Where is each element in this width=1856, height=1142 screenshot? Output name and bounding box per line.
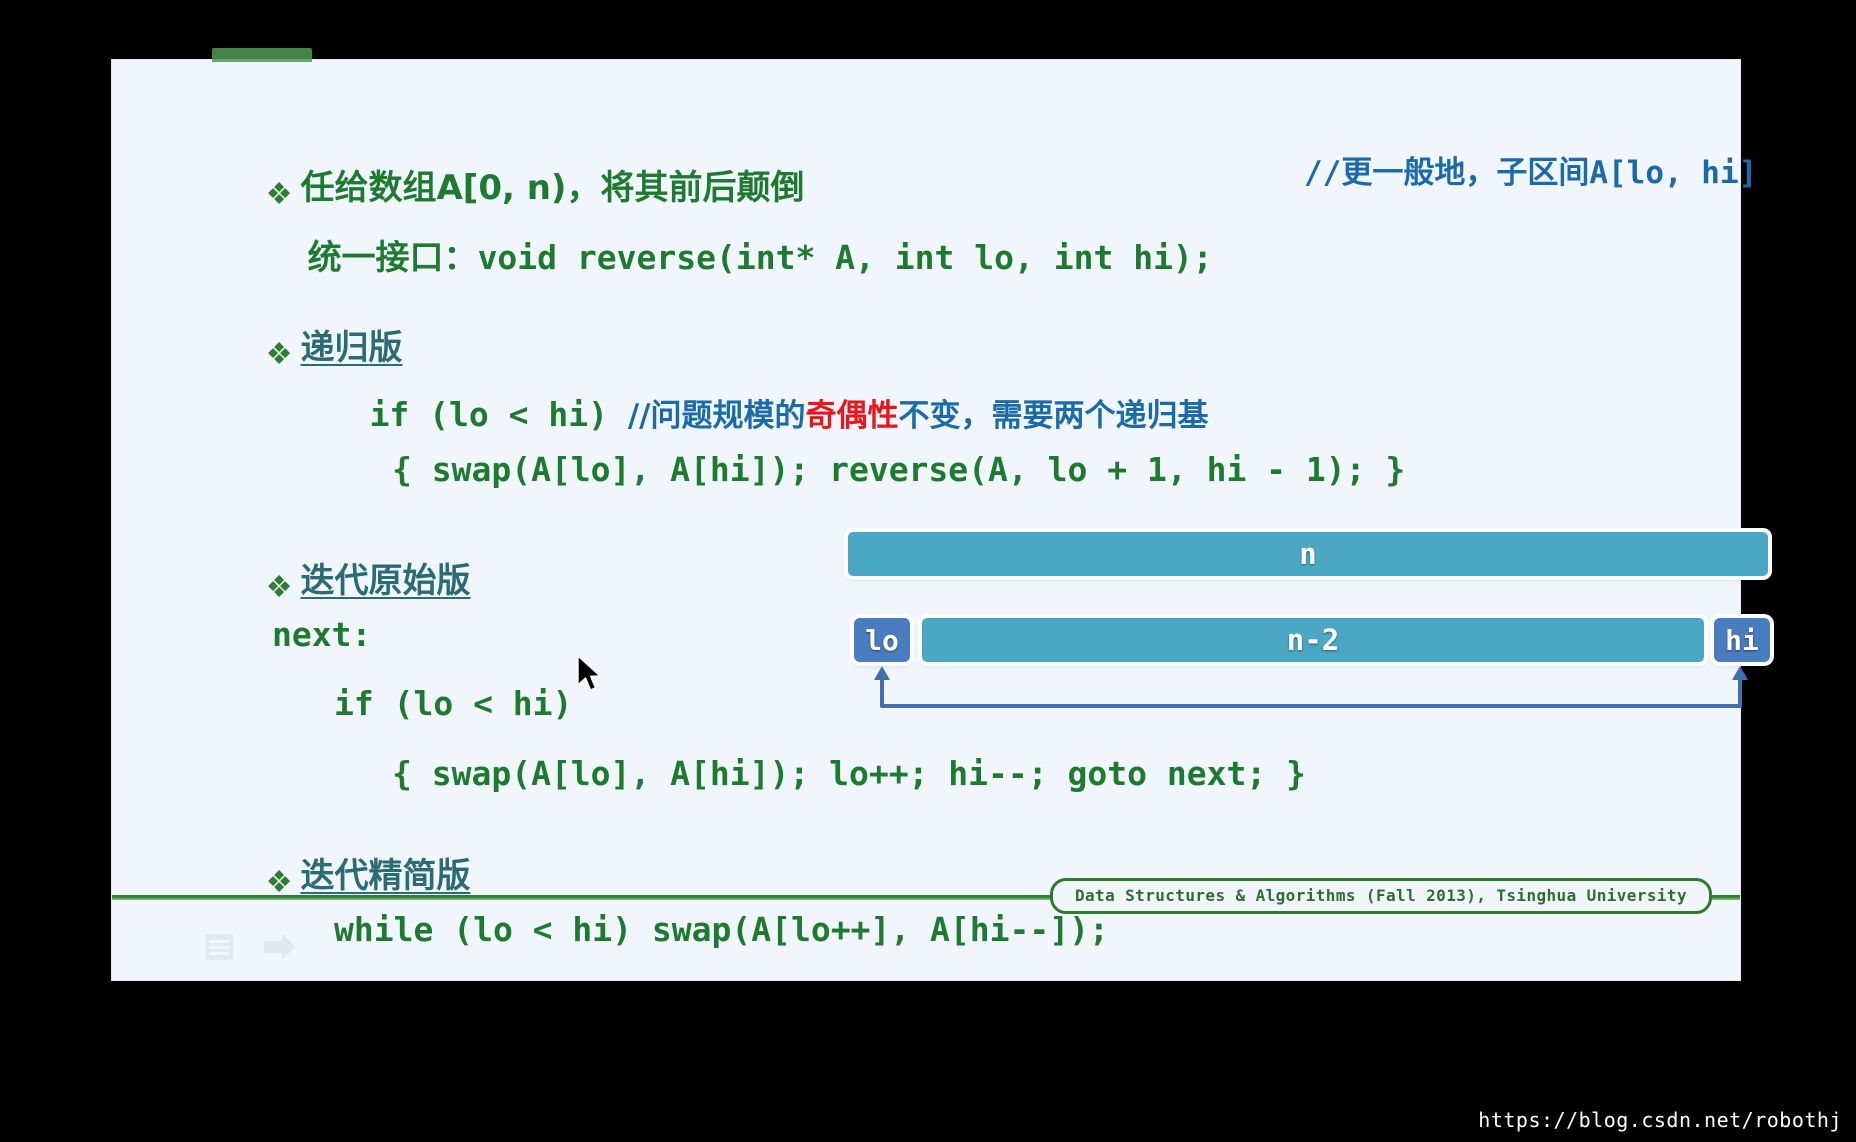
presentation-slide: ❖ 任给数组A[0, n)，将其前后颠倒 //更一般地，子区间A[lo, hi] … xyxy=(112,48,1770,980)
hi-marker-box: hi xyxy=(1714,618,1770,662)
title-line: ❖ 任给数组A[0, n)，将其前后颠倒 xyxy=(230,155,805,226)
section-heading-iterative-raw: ❖ 迭代原始版 xyxy=(230,548,471,619)
next-arrow-icon[interactable] xyxy=(262,932,298,962)
interface-label: 统一接口： xyxy=(307,238,478,278)
interface-code: void reverse(int* A, int lo, int hi); xyxy=(477,238,1213,277)
iterative-label-line: next: xyxy=(272,615,372,654)
recursive-comment-highlight: 奇偶性 xyxy=(805,398,899,434)
reverse-range-diagram: n n-2 lo hi xyxy=(848,532,1788,712)
section-heading-iterative-compact: ❖ 迭代精简版 xyxy=(230,843,471,914)
title-text: 任给数组A[0, n)，将其前后颠倒 xyxy=(300,168,805,208)
full-range-label: n xyxy=(1299,537,1317,571)
diamond-bullet-icon: ❖ xyxy=(265,177,293,211)
title-right-comment: //更一般地，子区间A[lo, hi] xyxy=(1304,155,1758,191)
lo-marker-label: lo xyxy=(865,623,899,657)
full-range-bar: n xyxy=(848,532,1768,576)
section-heading-text: 迭代原始版 xyxy=(300,561,471,601)
diamond-bullet-icon: ❖ xyxy=(265,865,293,899)
screen-root: ❖ 任给数组A[0, n)，将其前后颠倒 //更一般地，子区间A[lo, hi] … xyxy=(0,0,1856,1142)
section-heading-text: 递归版 xyxy=(300,328,403,368)
watermark-text: https://blog.csdn.net/robothj xyxy=(1478,1108,1842,1132)
course-badge: Data Structures & Algorithms (Fall 2013)… xyxy=(1049,878,1712,914)
recursive-comment-post: 不变，需要两个递归基 xyxy=(898,398,1209,434)
iterative-if-line: if (lo < hi) xyxy=(334,684,573,723)
inner-range-bar: n-2 xyxy=(922,618,1704,662)
diamond-bullet-icon: ❖ xyxy=(265,337,293,371)
diamond-bullet-icon: ❖ xyxy=(265,570,293,604)
inner-range-label: n-2 xyxy=(1286,623,1340,657)
lo-marker-box: lo xyxy=(854,618,910,662)
slide-content: ❖ 任给数组A[0, n)，将其前后颠倒 //更一般地，子区间A[lo, hi] … xyxy=(112,60,1770,980)
iterative-body-line: { swap(A[lo], A[hi]); lo++; hi--; goto n… xyxy=(392,754,1306,793)
recursive-if-line: if (lo < hi) //问题规模的奇偶性不变，需要两个递归基 xyxy=(334,382,1209,448)
section-heading-text: 迭代精简版 xyxy=(300,856,471,896)
interface-line: 统一接口：void reverse(int* A, int lo, int hi… xyxy=(272,225,1213,291)
hi-marker-label: hi xyxy=(1725,623,1759,657)
recursive-body-line: { swap(A[lo], A[hi]); reverse(A, lo + 1,… xyxy=(392,450,1406,489)
section-heading-recursive: ❖ 递归版 xyxy=(230,315,403,386)
notes-icon[interactable] xyxy=(202,932,236,962)
swap-arrow-icon xyxy=(874,666,1748,708)
recursive-if-code: if (lo < hi) xyxy=(369,395,628,434)
slide-tray xyxy=(202,932,298,962)
compact-while-line: while (lo < hi) swap(A[lo++], A[hi--]); xyxy=(334,910,1109,949)
recursive-comment-pre: //问题规模的 xyxy=(627,398,806,434)
